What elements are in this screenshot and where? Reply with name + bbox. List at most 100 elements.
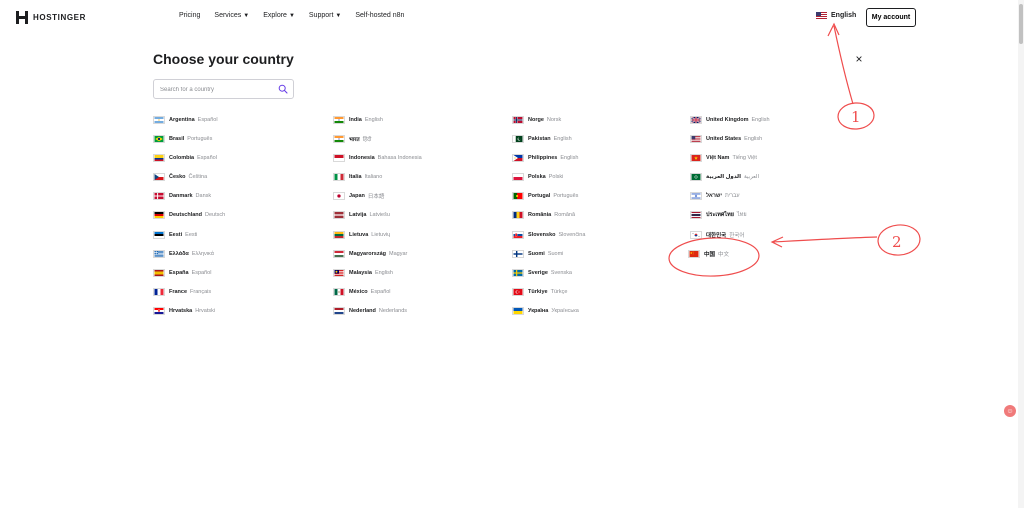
argentina-flag-icon xyxy=(153,116,165,124)
country-cesko[interactable]: Česko Čeština xyxy=(153,171,207,183)
country-suomi[interactable]: Suomi Suomi xyxy=(512,248,563,260)
country-magyarorszag[interactable]: Magyarország Magyar xyxy=(333,248,407,260)
brand-name: HOSTINGER xyxy=(33,13,86,22)
chat-widget-icon[interactable]: ☺ xyxy=(1004,405,1016,417)
country-china[interactable]: 中国 中文 xyxy=(688,248,729,260)
us-flag-icon xyxy=(816,12,827,19)
country-turkiye[interactable]: Türkiye Türkçe xyxy=(512,286,567,298)
country-bharat[interactable]: भारत हिंदी xyxy=(333,133,371,145)
mexico-flag-icon xyxy=(333,288,345,296)
country-malaysia[interactable]: Malaysia English xyxy=(333,267,393,279)
country-lietuva[interactable]: Lietuva Lietuvių xyxy=(333,229,390,241)
country-slovensko[interactable]: Slovensko Slovenčina xyxy=(512,229,585,241)
country-name: United Kingdom xyxy=(706,117,749,123)
uk-flag-icon xyxy=(690,116,702,124)
country-espana[interactable]: España Español xyxy=(153,267,211,279)
hungary-flag-icon xyxy=(333,250,345,258)
page-scrollbar[interactable] xyxy=(1018,0,1024,508)
country-language: Slovenčina xyxy=(558,232,586,238)
nav-pricing[interactable]: Pricing xyxy=(179,12,200,19)
nav-self-hosted-n8n[interactable]: Self-hosted n8n xyxy=(355,12,404,19)
country-language: Türkçe xyxy=(550,289,568,295)
country-deutschland[interactable]: Deutschland Deutsch xyxy=(153,209,225,221)
country-greece[interactable]: Ελλάδα Ελληνικά xyxy=(153,248,214,260)
country-viet-nam[interactable]: Việt Nam Tiếng Việt xyxy=(690,152,757,164)
country-israel[interactable]: ישראל עברית xyxy=(690,190,740,202)
country-name: भारत xyxy=(349,137,360,143)
estonia-flag-icon xyxy=(153,231,165,239)
language-selector[interactable]: English xyxy=(816,12,856,19)
country-pakistan[interactable]: Pakistan English xyxy=(512,133,572,145)
nav-services-label: Services xyxy=(214,12,242,19)
close-icon[interactable]: × xyxy=(854,52,864,66)
country-india[interactable]: India English xyxy=(333,114,383,126)
country-name: Philippines xyxy=(528,155,558,161)
country-sverige[interactable]: Sverige Svenska xyxy=(512,267,572,279)
annotation-arrow-1 xyxy=(833,25,854,105)
country-nederland[interactable]: Nederland Nederlands xyxy=(333,305,407,317)
country-philippines[interactable]: Philippines English xyxy=(512,152,578,164)
country-language: עברית xyxy=(725,193,740,199)
country-name: Eesti xyxy=(169,232,183,238)
country-polska[interactable]: Polska Polski xyxy=(512,171,563,183)
brazil-flag-icon xyxy=(153,135,165,143)
country-language: 中文 xyxy=(718,252,730,258)
search-icon[interactable] xyxy=(278,84,288,94)
country-language: Latviešu xyxy=(369,212,390,218)
nav-self-hosted-label: Self-hosted n8n xyxy=(355,12,405,19)
country-language: Português xyxy=(187,136,213,142)
france-flag-icon xyxy=(153,288,165,296)
latvia-flag-icon xyxy=(333,211,345,219)
country-language: Polski xyxy=(548,174,564,180)
page-title: Choose your country xyxy=(153,51,294,67)
country-argentina[interactable]: Argentina Español xyxy=(153,114,218,126)
ukraine-flag-icon xyxy=(512,307,524,315)
country-mexico[interactable]: México Español xyxy=(333,286,391,298)
country-united-kingdom[interactable]: United Kingdom English xyxy=(690,114,770,126)
country-portugal[interactable]: Portugal Português xyxy=(512,190,578,202)
country-hrvatska[interactable]: Hrvatska Hrvatski xyxy=(153,305,215,317)
country-name: Colombia xyxy=(169,155,195,161)
country-france[interactable]: France Français xyxy=(153,286,211,298)
country-search-input[interactable] xyxy=(160,83,275,96)
country-name: Indonesia xyxy=(349,155,375,161)
nav-explore[interactable]: Explore ▼ xyxy=(263,12,295,19)
country-language: हिंदी xyxy=(362,137,372,143)
country-language: Bahasa Indonesia xyxy=(377,155,422,161)
country-language: English xyxy=(374,270,393,276)
country-japan[interactable]: Japan 日本語 xyxy=(333,190,384,202)
country-name: Norge xyxy=(528,117,544,123)
country-romania[interactable]: România Română xyxy=(512,209,575,221)
country-korea[interactable]: 대한민국 한국어 xyxy=(690,229,744,241)
country-language: 한국어 xyxy=(729,233,745,239)
country-united-states[interactable]: United States English xyxy=(690,133,762,145)
country-danmark[interactable]: Danmark Dansk xyxy=(153,190,211,202)
country-ukraina[interactable]: Україна Українська xyxy=(512,305,579,317)
annotation-arrowhead-2 xyxy=(770,236,784,248)
country-eesti[interactable]: Eesti Eesti xyxy=(153,229,197,241)
chevron-down-icon: ▼ xyxy=(335,12,342,19)
nav-services[interactable]: Services ▼ xyxy=(214,12,249,19)
my-account-button[interactable]: My account xyxy=(866,8,916,27)
south-korea-flag-icon xyxy=(690,231,702,239)
country-name: Ελλάδα xyxy=(169,251,189,257)
japan-flag-icon xyxy=(333,192,345,200)
hostinger-logo[interactable]: HOSTINGER xyxy=(16,11,86,24)
pakistan-flag-icon xyxy=(512,135,524,143)
arab-league-flag-icon xyxy=(690,173,702,181)
country-norge[interactable]: Norge Norsk xyxy=(512,114,561,126)
romania-flag-icon xyxy=(512,211,524,219)
country-brasil[interactable]: Brasil Português xyxy=(153,133,212,145)
country-italia[interactable]: Italia Italiano xyxy=(333,171,382,183)
scrollbar-thumb[interactable] xyxy=(1019,4,1023,44)
country-thailand[interactable]: ประเทศไทย ไทย xyxy=(690,209,747,221)
country-colombia[interactable]: Colombia Español xyxy=(153,152,217,164)
poland-flag-icon xyxy=(512,173,524,181)
country-arab-states[interactable]: الدول العربية العربية xyxy=(690,171,759,183)
lithuania-flag-icon xyxy=(333,231,345,239)
country-name: Magyarország xyxy=(349,251,386,257)
country-indonesia[interactable]: Indonesia Bahasa Indonesia xyxy=(333,152,422,164)
nav-support[interactable]: Support ▼ xyxy=(309,12,341,19)
czechia-flag-icon xyxy=(153,173,165,181)
country-latvija[interactable]: Latvija Latviešu xyxy=(333,209,390,221)
